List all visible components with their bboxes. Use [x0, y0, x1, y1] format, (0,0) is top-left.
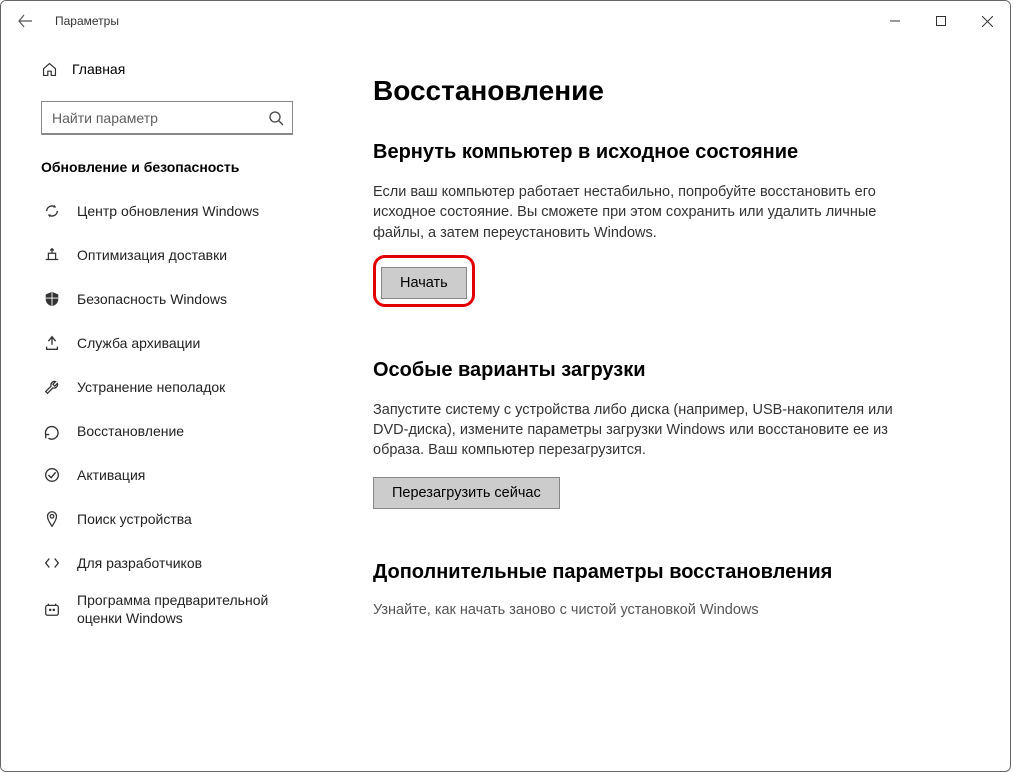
shield-icon [41, 290, 63, 308]
page-title: Восстановление [373, 75, 950, 107]
sidebar-item-label: Оптимизация доставки [77, 246, 317, 264]
backup-icon [41, 334, 63, 352]
minimize-icon [890, 16, 900, 26]
insider-icon [41, 600, 63, 618]
search-input[interactable]: Найти параметр [41, 101, 293, 135]
sidebar-item-label: Поиск устройства [77, 510, 317, 528]
sidebar-item-delivery-optimization[interactable]: Оптимизация доставки [1, 233, 333, 277]
main-content: Восстановление Вернуть компьютер в исход… [333, 41, 1010, 771]
sidebar-item-label: Центр обновления Windows [77, 202, 317, 220]
section-heading: Вернуть компьютер в исходное состояние [373, 141, 950, 164]
section-description: Запустите систему с устройства либо диск… [373, 400, 893, 461]
search-icon [268, 110, 284, 126]
sidebar-item-label: Активация [77, 466, 317, 484]
section-heading: Особые варианты загрузки [373, 359, 950, 382]
sidebar-item-label: Устранение неполадок [77, 378, 317, 396]
search-placeholder: Найти параметр [52, 110, 268, 126]
check-circle-icon [41, 466, 63, 484]
sidebar-item-label: Служба архивации [77, 334, 317, 352]
sidebar-item-label: Восстановление [77, 422, 317, 440]
close-button[interactable] [964, 1, 1010, 41]
sidebar-item-backup[interactable]: Служба архивации [1, 321, 333, 365]
caption-buttons [872, 1, 1010, 41]
refresh-icon [41, 202, 63, 220]
pin-icon [41, 510, 63, 528]
section-heading: Дополнительные параметры восстановления [373, 561, 950, 584]
home-icon [41, 61, 58, 78]
recovery-icon [41, 422, 63, 440]
sidebar-item-troubleshoot[interactable]: Устранение неполадок [1, 365, 333, 409]
fresh-start-link[interactable]: Узнайте, как начать заново с чистой уста… [373, 602, 950, 618]
sidebar-item-label: Для разработчиков [77, 554, 317, 572]
maximize-button[interactable] [918, 1, 964, 41]
home-link[interactable]: Главная [1, 49, 333, 89]
home-label: Главная [72, 61, 125, 77]
code-icon [41, 554, 63, 572]
wrench-icon [41, 378, 63, 396]
sidebar-item-security[interactable]: Безопасность Windows [1, 277, 333, 321]
back-arrow-icon [17, 13, 33, 29]
back-button[interactable] [17, 13, 45, 29]
sidebar-item-insider-program[interactable]: Программа предварительной оценки Windows [1, 585, 333, 633]
delivery-icon [41, 246, 63, 264]
settings-group-heading: Обновление и безопасность [1, 147, 333, 189]
sidebar-item-for-developers[interactable]: Для разработчиков [1, 541, 333, 585]
titlebar: Параметры [1, 1, 1010, 41]
sidebar-item-activation[interactable]: Активация [1, 453, 333, 497]
section-description: Если ваш компьютер работает нестабильно,… [373, 182, 893, 243]
restart-now-button[interactable]: Перезагрузить сейчас [373, 477, 560, 509]
section-advanced-startup: Особые варианты загрузки Запустите систе… [373, 359, 950, 509]
sidebar-item-find-my-device[interactable]: Поиск устройства [1, 497, 333, 541]
minimize-button[interactable] [872, 1, 918, 41]
sidebar-item-label: Безопасность Windows [77, 290, 317, 308]
sidebar-item-label: Программа предварительной оценки Windows [77, 591, 317, 627]
section-reset-pc: Вернуть компьютер в исходное состояние Е… [373, 141, 950, 307]
sidebar-item-recovery[interactable]: Восстановление [1, 409, 333, 453]
close-icon [982, 16, 993, 27]
reset-start-button[interactable]: Начать [381, 267, 467, 299]
settings-window: Параметры Главная Найти параметр [0, 0, 1011, 772]
window-title: Параметры [55, 14, 119, 28]
maximize-icon [936, 16, 946, 26]
sidebar-item-windows-update[interactable]: Центр обновления Windows [1, 189, 333, 233]
highlight-ring: Начать [373, 255, 475, 307]
nav-list: Центр обновления Windows Оптимизация дос… [1, 189, 333, 639]
section-more-recovery: Дополнительные параметры восстановления … [373, 561, 950, 618]
sidebar: Главная Найти параметр Обновление и безо… [1, 41, 333, 771]
